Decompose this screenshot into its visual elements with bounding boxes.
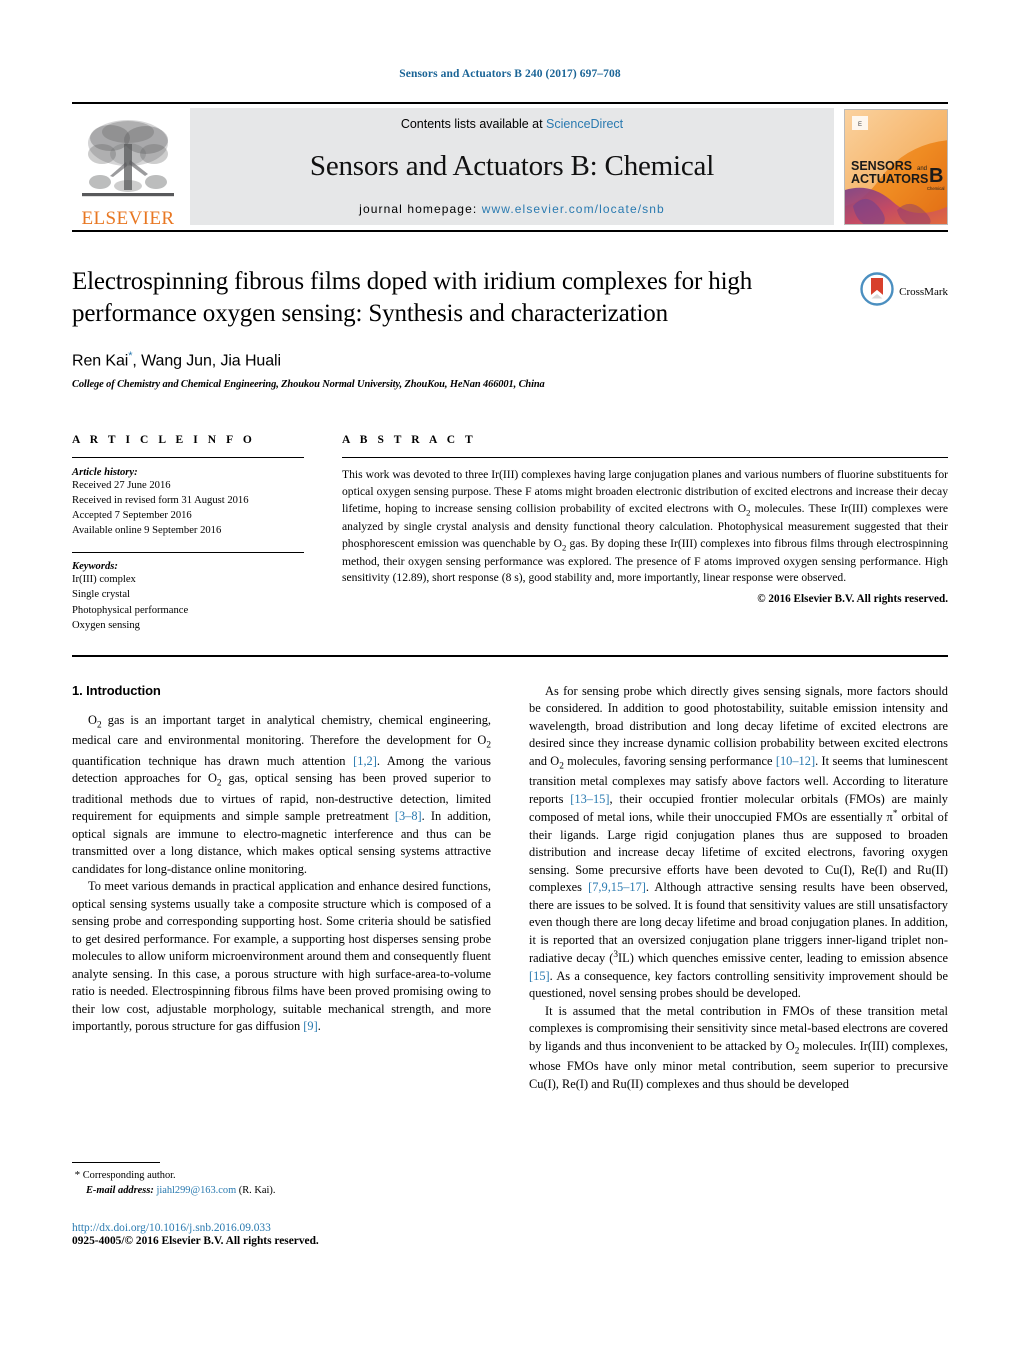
text: molecules, favoring sensing performance [563, 753, 776, 768]
text: . [317, 1019, 321, 1034]
article-info-column: A R T I C L E I N F O Article history: R… [72, 434, 304, 632]
text: . As a consequence, key factors controll… [529, 968, 948, 1001]
subscript: 2 [486, 740, 491, 751]
keyword-item: Photophysical performance [72, 604, 189, 616]
asterisk: * [74, 1169, 81, 1181]
body-columns: 1. Introduction O 2 gas is an important t… [72, 683, 948, 1094]
email-note: E-mail address: jiahl299@163.com (R. Kai… [72, 1184, 490, 1199]
contents-prefix: Contents lists available at [400, 117, 547, 131]
left-column: 1. Introduction O 2 gas is an important t… [72, 683, 491, 1094]
crossmark-label: CrossMark [899, 285, 948, 298]
crossmark-icon [860, 272, 894, 311]
article-history-label: Article history: [72, 467, 138, 479]
svg-text:ACTUATORS: ACTUATORS [851, 172, 928, 186]
abstract-copyright: © 2016 Elsevier B.V. All rights reserved… [757, 593, 948, 606]
article-history-online: Available online 9 September 2016 [72, 525, 222, 537]
citation-link[interactable]: [7,9,15–17] [588, 880, 646, 894]
journal-cover-thumbnail: E SENSORS and ACTUATORS B Chemical [844, 109, 948, 225]
right-column: As for sensing probe which directly give… [529, 683, 948, 1094]
doi-link[interactable]: http://dx.doi.org/10.1016/j.snb.2016.09.… [72, 1222, 572, 1234]
elsevier-logo: ELSEVIER [72, 104, 184, 230]
citation-link[interactable]: [15] [529, 969, 550, 983]
text: O [88, 712, 97, 727]
svg-text:SENSORS: SENSORS [851, 159, 912, 173]
paper-page: Sensors and Actuators B 240 (2017) 697–7… [0, 0, 1020, 1351]
journal-title: Sensors and Actuators B: Chemical [309, 149, 715, 182]
citation-link[interactable]: [9] [303, 1019, 317, 1033]
section-divider [72, 654, 948, 657]
svg-text:E: E [858, 122, 862, 128]
abstract-heading: A B S T R A C T [342, 434, 477, 447]
paragraph: It is assumed that the metal contributio… [529, 1003, 948, 1094]
sciencedirect-link[interactable]: ScienceDirect [546, 117, 623, 131]
authors-rest: , Wang Jun, Jia Huali [132, 352, 281, 370]
paragraph: O 2 gas is an important target in analyti… [72, 712, 491, 879]
keyword-item: Oxygen sensing [72, 619, 140, 631]
journal-band: Contents lists available at ScienceDirec… [190, 108, 834, 225]
corresponding-author-text: Corresponding author. [82, 1170, 176, 1181]
citation-link[interactable]: [3–8] [395, 809, 422, 823]
footnote-rule [72, 1162, 160, 1163]
text: quantification technique has drawn much … [72, 753, 354, 768]
paragraph: To meet various demands in practical app… [72, 878, 491, 1035]
article-info-heading: A R T I C L E I N F O [72, 434, 256, 447]
journal-homepage-line: journal homepage: www.elsevier.com/locat… [359, 202, 665, 216]
citation-link[interactable]: [10–12] [776, 754, 815, 768]
contents-available-line: Contents lists available at ScienceDirec… [401, 117, 623, 131]
author-list: Ren Kai*, Wang Jun, Jia Huali [72, 350, 838, 370]
divider [342, 457, 948, 459]
issn-copyright-line: 0925-4005/© 2016 Elsevier B.V. All right… [72, 1235, 319, 1247]
title-block: Electrospinning fibrous films doped with… [72, 266, 948, 390]
keywords-label: Keywords: [72, 561, 118, 573]
info-abstract-region: A R T I C L E I N F O Article history: R… [72, 434, 948, 632]
citation-link[interactable]: [1,2] [353, 754, 377, 768]
svg-text:B: B [929, 165, 943, 187]
abstract-column: A B S T R A C T This work was devoted to… [342, 434, 948, 632]
text: gas is an important target in analytical… [72, 712, 491, 748]
email-owner: (R. Kai). [238, 1184, 276, 1196]
journal-homepage-link[interactable]: www.elsevier.com/locate/snb [482, 202, 665, 216]
running-head: Sensors and Actuators B 240 (2017) 697–7… [399, 68, 621, 80]
article-history-received: Received 27 June 2016 [72, 480, 171, 492]
text: IL) which quenches emissive center, lead… [618, 951, 948, 966]
doi-zone: http://dx.doi.org/10.1016/j.snb.2016.09.… [72, 1222, 572, 1247]
text: To meet various demands in practical app… [72, 879, 491, 1034]
divider [72, 552, 304, 554]
keyword-item: Single crystal [72, 589, 130, 601]
homepage-prefix: journal homepage: [359, 201, 482, 216]
page-title: Electrospinning fibrous films doped with… [72, 268, 753, 327]
footnote-zone: * Corresponding author. E-mail address: … [72, 1162, 490, 1199]
journal-masthead: ELSEVIER Contents lists available at Sci… [72, 102, 948, 232]
citation-link[interactable]: [13–15] [570, 792, 609, 806]
divider [72, 457, 304, 459]
email-label: E-mail address: [86, 1184, 154, 1196]
paragraph: As for sensing probe which directly give… [529, 683, 948, 1003]
corresponding-author-note: * Corresponding author. [72, 1168, 490, 1184]
abstract-text: This work was devoted to three Ir(III) c… [342, 467, 948, 587]
svg-text:Chemical: Chemical [927, 186, 945, 191]
article-history-accepted: Accepted 7 September 2016 [72, 510, 192, 522]
crossmark-badge[interactable]: CrossMark [860, 272, 948, 311]
author-first: Ren Kai [72, 352, 129, 370]
article-history-revised: Received in revised form 31 August 2016 [72, 495, 249, 507]
email-link[interactable]: jiahl299@163.com [156, 1185, 236, 1196]
elsevier-tree-icon [80, 116, 176, 208]
elsevier-wordmark: ELSEVIER [81, 208, 175, 229]
affiliation: College of Chemistry and Chemical Engine… [72, 379, 545, 391]
keyword-item: Ir(III) complex [72, 574, 136, 586]
section-heading-introduction: 1. Introduction [72, 682, 161, 698]
